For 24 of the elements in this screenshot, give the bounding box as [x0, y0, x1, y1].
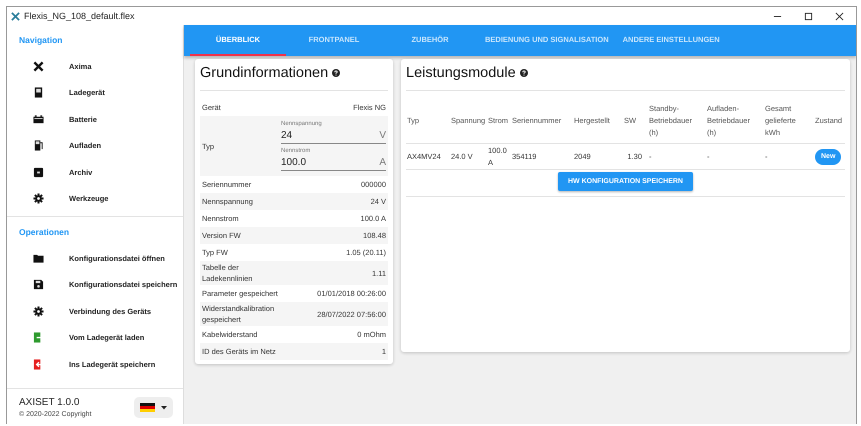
maximize-icon[interactable]	[804, 12, 813, 20]
app-logo-icon	[11, 12, 20, 20]
folder-icon	[32, 252, 44, 264]
section-heading: Operationen	[18, 226, 70, 239]
settings-icon	[32, 306, 44, 317]
app-version: AXISET 1.0.0	[19, 397, 80, 408]
fuel-pump-icon	[32, 140, 44, 152]
window-title: Flexis_NG_108_default.flex	[24, 11, 135, 21]
close-icon[interactable]	[835, 12, 844, 20]
caret-icon	[161, 406, 167, 410]
x-logo-icon	[32, 60, 44, 72]
archive-box-icon	[32, 166, 44, 178]
export-icon	[32, 358, 44, 370]
battery-icon	[32, 114, 44, 125]
charger-icon	[32, 87, 44, 98]
german-flag-icon	[140, 403, 155, 412]
language-selector[interactable]	[134, 397, 173, 418]
section-heading: Navigation	[18, 34, 64, 47]
settings-icon	[32, 193, 44, 204]
card-title: Leistungsmodule	[406, 65, 516, 81]
import-icon	[32, 332, 44, 344]
help-icon[interactable]	[332, 69, 340, 77]
card-title: Grundinformationen	[200, 65, 328, 81]
help-icon[interactable]	[520, 69, 528, 77]
